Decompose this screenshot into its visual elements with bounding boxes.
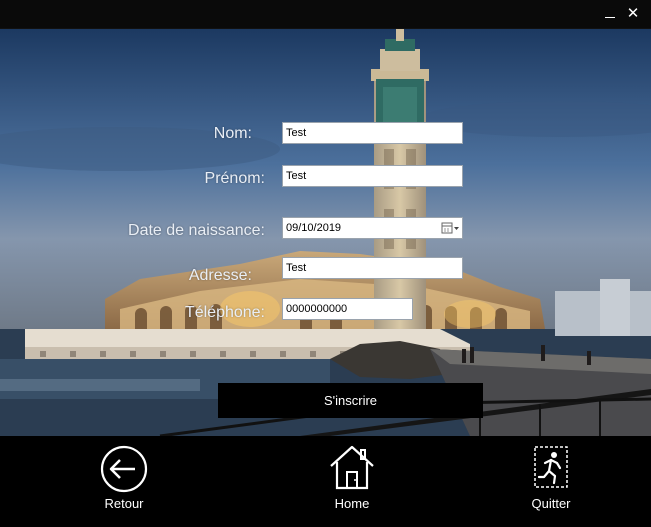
arrow-left-circle-icon: [100, 445, 148, 493]
title-bar: ✕: [0, 0, 651, 29]
date-naissance-picker[interactable]: 09/10/2019: [282, 217, 463, 239]
quit-nav-button[interactable]: Quitter: [491, 436, 611, 527]
quit-label: Quitter: [531, 496, 571, 511]
prenom-input[interactable]: Test: [282, 165, 463, 187]
nom-input[interactable]: Test: [282, 122, 463, 144]
date-naissance-value: 09/10/2019: [286, 222, 342, 234]
calendar-icon: [441, 222, 459, 234]
adresse-label: Adresse:: [188, 267, 252, 284]
sinscrire-button[interactable]: S'inscrire: [218, 383, 483, 418]
prenom-label: Prénom:: [204, 170, 265, 187]
background-photo: Nom: Test Prénom: Test Date de naissance…: [0, 29, 651, 436]
back-label: Retour: [104, 496, 144, 511]
home-nav-button[interactable]: Home: [292, 436, 412, 527]
bottom-nav: Retour Home Quitter: [0, 436, 651, 527]
close-button[interactable]: ✕: [623, 4, 643, 24]
home-label: Home: [334, 496, 370, 511]
calendar-dropdown-button[interactable]: [439, 219, 461, 237]
home-icon: [330, 445, 374, 490]
running-exit-icon: [534, 446, 568, 488]
back-nav-button[interactable]: Retour: [64, 436, 184, 527]
nom-label: Nom:: [213, 125, 252, 142]
date-naissance-label: Date de naissance:: [128, 222, 265, 239]
adresse-input[interactable]: Test: [282, 257, 463, 279]
telephone-label: Téléphone:: [184, 304, 265, 321]
minimize-button[interactable]: [600, 4, 620, 24]
telephone-input[interactable]: 0000000000: [282, 298, 413, 320]
minimize-icon: [605, 17, 615, 18]
